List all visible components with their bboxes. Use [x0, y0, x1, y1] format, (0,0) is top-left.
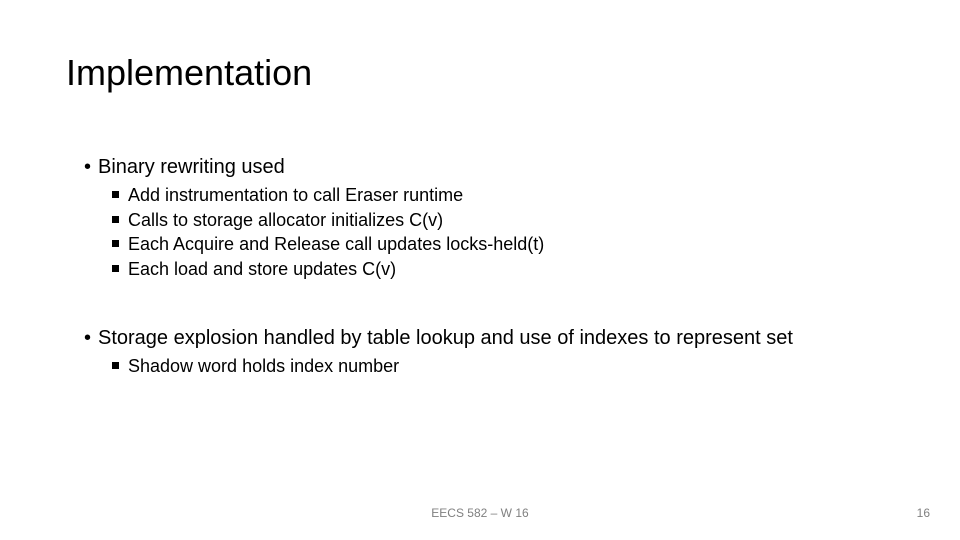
- footer-center: EECS 582 – W 16: [0, 506, 960, 520]
- bullet-2: Storage explosion handled by table looku…: [84, 326, 900, 351]
- footer-page-number: 16: [917, 506, 930, 520]
- bullet-2-sub-1: Shadow word holds index number: [112, 355, 900, 378]
- bullet-1: Binary rewriting used: [84, 155, 900, 180]
- slide-title: Implementation: [66, 52, 312, 94]
- bullet-2-text: Storage explosion handled by table looku…: [98, 327, 793, 349]
- bullet-1-text: Binary rewriting used: [98, 156, 285, 178]
- slide: Implementation Binary rewriting used Add…: [0, 0, 960, 540]
- bullet-1-sublist: Add instrumentation to call Eraser runti…: [112, 184, 900, 280]
- spacer: [84, 282, 900, 326]
- slide-content: Binary rewriting used Add instrumentatio…: [84, 155, 900, 380]
- bullet-2-sublist: Shadow word holds index number: [112, 355, 900, 378]
- bullet-1-sub-2: Calls to storage allocator initializes C…: [112, 209, 900, 232]
- bullet-1-sub-4: Each load and store updates C(v): [112, 258, 900, 281]
- bullet-1-sub-1: Add instrumentation to call Eraser runti…: [112, 184, 900, 207]
- bullet-1-sub-3: Each Acquire and Release call updates lo…: [112, 233, 900, 256]
